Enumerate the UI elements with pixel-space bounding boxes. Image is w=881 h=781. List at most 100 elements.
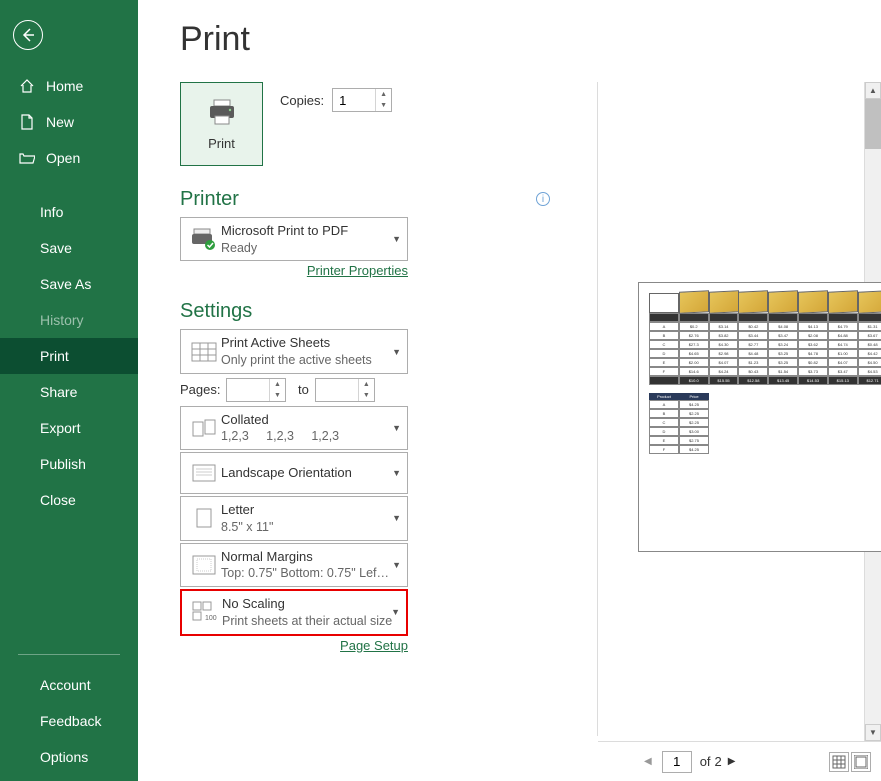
nav-label: Close [40,492,76,508]
printer-properties-link[interactable]: Printer Properties [307,263,408,278]
paper-icon [187,508,221,528]
chevron-down-icon: ▼ [392,234,401,244]
nav-info[interactable]: Info [0,194,138,230]
setting-primary: Landscape Orientation [221,464,401,482]
printer-icon [206,98,238,126]
page-navigator: ◀ of 2 ▶ [638,751,741,773]
printer-section-title: Printer [180,188,550,211]
chevron-down-icon: ▼ [392,347,401,357]
nav-label: Share [40,384,77,400]
copies-input[interactable] [333,93,375,108]
pages-from-input[interactable] [227,382,269,397]
scroll-down-icon[interactable]: ▼ [865,724,881,741]
copies-spinner[interactable]: ▲▼ [332,88,392,112]
scaling-selector[interactable]: 100 No ScalingPrint sheets at their actu… [180,589,408,635]
print-area-selector[interactable]: Print Active SheetsOnly print the active… [180,329,408,373]
pages-to-input[interactable] [316,382,358,397]
preview-small-table: ProductPrice A$4.25 B$2.25 C$2.25 D$3.00… [649,393,709,454]
scroll-up-icon[interactable]: ▲ [865,82,881,99]
margins-selector[interactable]: Normal MarginsTop: 0.75" Bottom: 0.75" L… [180,543,408,587]
pager-of-label: of [700,754,711,769]
setting-secondary: Print sheets at their actual size [222,613,400,630]
nav-home[interactable]: Home [0,68,138,104]
spinner-down-icon[interactable]: ▼ [376,100,391,111]
nav-label: Export [40,420,80,436]
print-button-label: Print [208,136,235,151]
grid-icon [832,755,846,769]
scaling-icon: 100 [188,600,222,624]
pages-from-spinner[interactable]: ▲▼ [226,378,286,402]
zoom-to-page-button[interactable] [851,752,871,772]
nav-label: New [46,114,74,130]
setting-primary: Collated [221,411,401,429]
preview-table-row [649,313,881,322]
nav-account[interactable]: Account [0,667,138,703]
setting-primary: Print Active Sheets [221,334,401,352]
total-pages: 2 [715,754,722,769]
spinner-up-icon[interactable]: ▲ [359,379,374,390]
copies-label: Copies: [280,93,324,108]
page-preview: A$0.2$3.14$0.42$4.08$4.13$4.79$1.31$3.08… [638,282,881,552]
setting-secondary: 8.5" x 11" [221,519,401,536]
nav-new[interactable]: New [0,104,138,140]
setting-secondary: Top: 0.75" Bottom: 0.75" Lef… [221,565,401,582]
paper-size-selector[interactable]: Letter8.5" x 11" ▼ [180,496,408,540]
nav-share[interactable]: Share [0,374,138,410]
nav-label: Open [46,150,80,166]
spinner-down-icon[interactable]: ▼ [270,390,285,401]
spinner-up-icon[interactable]: ▲ [270,379,285,390]
print-settings-pane: Print Copies: ▲▼ Printer i Microsoft Pri… [180,82,550,653]
scrollbar-thumb[interactable] [865,99,881,149]
sheets-icon [187,342,221,362]
new-icon [18,114,36,130]
zoom-icon [854,755,868,769]
back-button[interactable] [13,20,43,50]
chevron-down-icon: ▼ [392,513,401,523]
chevron-down-icon: ▼ [392,468,401,478]
preview-table-header [649,293,881,313]
nav-feedback[interactable]: Feedback [0,703,138,739]
chevron-down-icon: ▼ [391,607,400,617]
setting-secondary: 1,2,3 1,2,3 1,2,3 [221,428,401,445]
nav-label: Account [40,677,91,693]
collated-selector[interactable]: Collated1,2,3 1,2,3 1,2,3 ▼ [180,406,408,450]
preview-table-row: E$2.00$4.07$1.23$3.25$0.82$4.07$4.50$4.5… [649,358,881,367]
nav-open[interactable]: Open [0,140,138,176]
current-page-input[interactable] [662,751,692,773]
prev-page-button[interactable]: ◀ [638,756,658,767]
setting-primary: Letter [221,501,401,519]
settings-section-title: Settings [180,300,550,323]
spinner-up-icon[interactable]: ▲ [376,89,391,100]
nav-history: History [0,302,138,338]
nav-close[interactable]: Close [0,482,138,518]
open-icon [18,150,36,166]
preview-table-row: C$27.3$4.30$2.77$3.24$3.62$4.74$0.48$1.9… [649,340,881,349]
nav-print[interactable]: Print [0,338,138,374]
nav-export[interactable]: Export [0,410,138,446]
page-setup-link[interactable]: Page Setup [340,638,408,653]
show-margins-button[interactable] [829,752,849,772]
setting-secondary: Only print the active sheets [221,352,401,369]
nav-label: Feedback [40,713,101,729]
printer-selector[interactable]: Microsoft Print to PDFReady ▼ [180,217,408,261]
nav-label: Publish [40,456,86,472]
setting-primary: No Scaling [222,595,400,613]
print-button[interactable]: Print [180,82,263,166]
nav-label: Info [40,204,63,220]
setting-primary: Normal Margins [221,548,401,566]
nav-label: Options [40,749,88,765]
preview-table-row: D$4.65$2.98$4.48$3.25$4.78$1.00$4.42$3.3… [649,349,881,358]
pages-to-spinner[interactable]: ▲▼ [315,378,375,402]
next-page-button[interactable]: ▶ [722,756,742,767]
nav-saveas[interactable]: Save As [0,266,138,302]
back-arrow-icon [20,27,36,43]
nav-save[interactable]: Save [0,230,138,266]
backstage-sidebar: Home New Open Info Save Save As History … [0,0,138,781]
sidebar-divider [18,654,120,655]
preview-table-row: A$0.2$3.14$0.42$4.08$4.13$4.79$1.31$3.08… [649,322,881,331]
nav-publish[interactable]: Publish [0,446,138,482]
nav-options[interactable]: Options [0,739,138,775]
spinner-down-icon[interactable]: ▼ [359,390,374,401]
orientation-selector[interactable]: Landscape Orientation ▼ [180,452,408,494]
printer-info-icon[interactable]: i [536,192,550,206]
